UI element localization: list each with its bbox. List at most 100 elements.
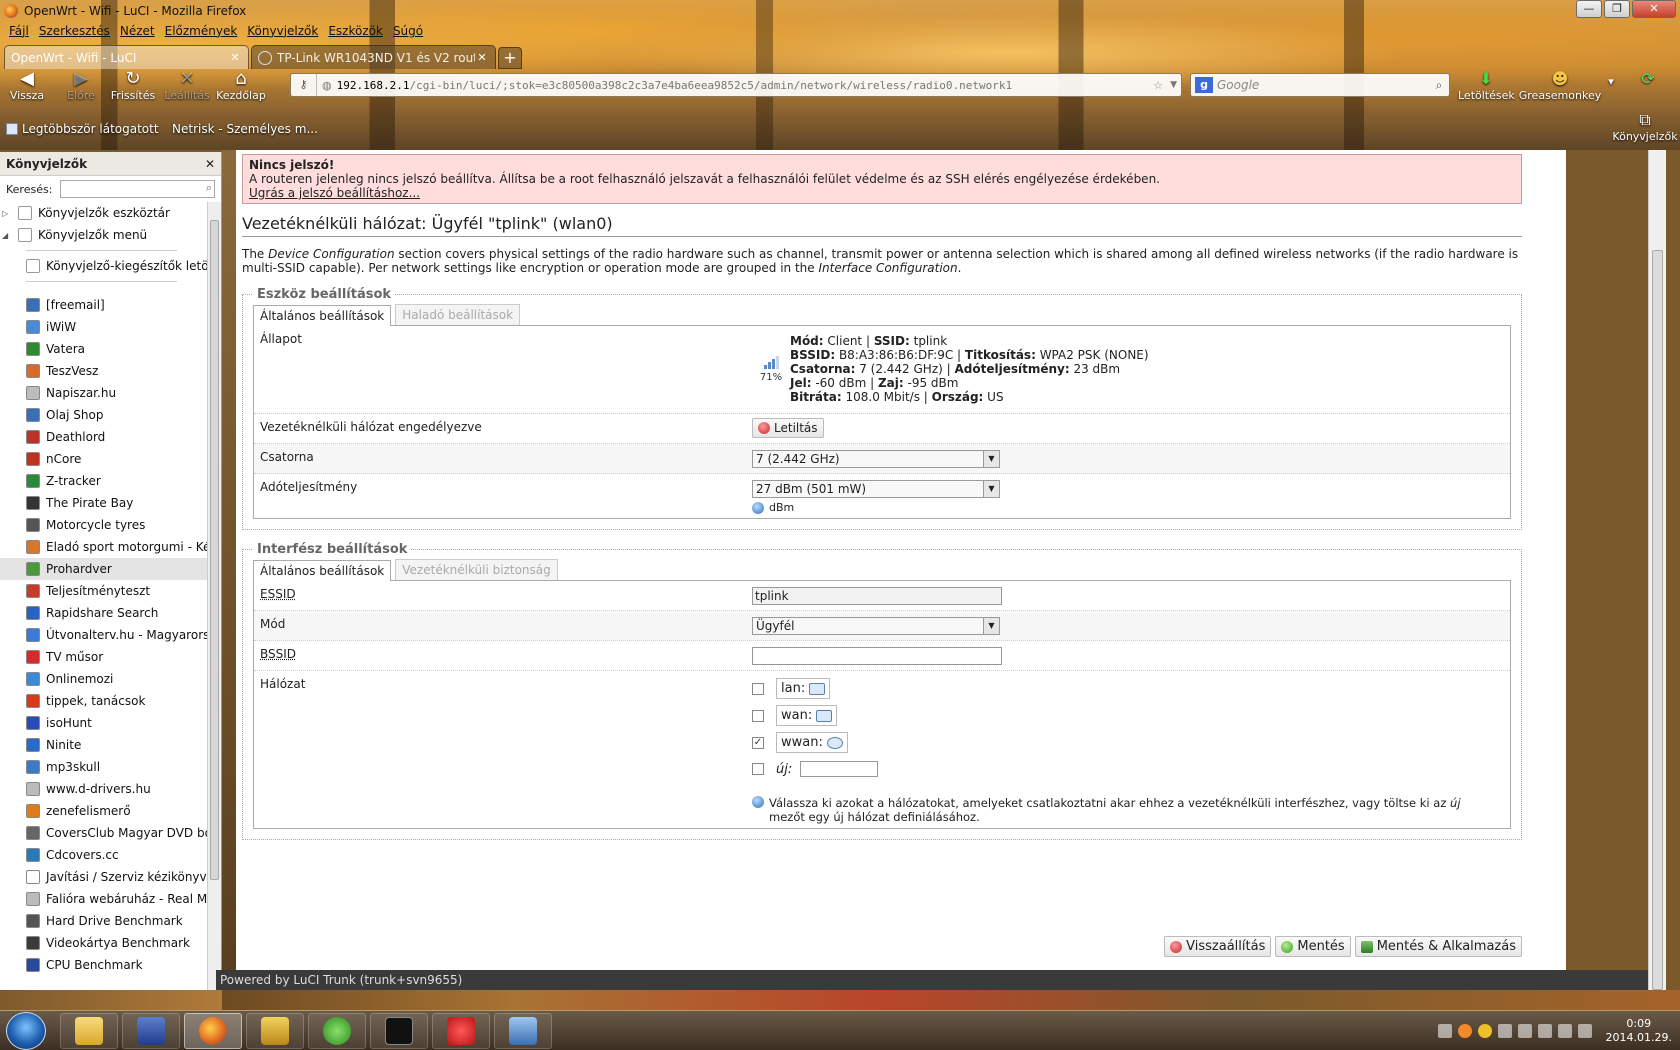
menu-file[interactable]: Fájl xyxy=(4,22,34,42)
sidebar-item[interactable]: [freemail] xyxy=(0,294,207,316)
sidebar-item[interactable]: Videokártya Benchmark xyxy=(0,932,207,954)
sidebar-splitter[interactable] xyxy=(222,150,236,970)
sidebar-item[interactable]: isoHunt xyxy=(0,712,207,734)
downloads-button[interactable]: ⬇ Letöltések xyxy=(1458,69,1515,102)
sidebar-item[interactable]: Ninite xyxy=(0,734,207,756)
scrollbar-thumb[interactable] xyxy=(210,220,219,880)
reload-button[interactable]: ↻ Frissítés xyxy=(106,69,160,103)
menu-help[interactable]: Súgó xyxy=(388,22,428,42)
bssid-input[interactable] xyxy=(752,647,1002,665)
txpower-select[interactable]: 27 dBm (501 mW) ▼ xyxy=(752,480,1000,498)
addon-button[interactable]: ⟳ xyxy=(1636,69,1660,89)
menu-edit[interactable]: Szerkesztés xyxy=(34,22,115,42)
mode-select[interactable]: Ügyfél ▼ xyxy=(752,617,1000,635)
sidebar-item[interactable]: Hard Drive Benchmark xyxy=(0,910,207,932)
sidebar-item[interactable]: TV műsor xyxy=(0,646,207,668)
reset-button[interactable]: Visszaállítás xyxy=(1164,936,1272,957)
sidebar-item[interactable]: Eladó sport motorgumi - Ké... xyxy=(0,536,207,558)
sidebar-item[interactable]: The Pirate Bay xyxy=(0,492,207,514)
menu-tools[interactable]: Eszközök xyxy=(323,22,388,42)
maximize-button[interactable]: ❐ xyxy=(1604,0,1630,18)
close-window-button[interactable]: ✕ xyxy=(1632,0,1676,18)
tab-general[interactable]: Általános beállítások xyxy=(253,305,392,326)
menu-bookmarks[interactable]: Könyvjelzők xyxy=(242,22,323,42)
network-checkbox[interactable] xyxy=(752,709,764,722)
sidebar-item[interactable]: Könyvjelző-kiegészítők letölt... xyxy=(0,255,207,277)
sidebar-item[interactable]: mp3skull xyxy=(0,756,207,778)
search-icon[interactable]: ⌕ xyxy=(1429,78,1449,93)
sidebar-item[interactable]: CPU Benchmark xyxy=(0,954,207,976)
close-icon[interactable]: ✕ xyxy=(205,157,215,171)
taskbar-winamp[interactable] xyxy=(246,1013,304,1049)
sidebar-item[interactable]: Olaj Shop xyxy=(0,404,207,426)
back-button[interactable]: ◀ Vissza xyxy=(0,69,54,103)
sidebar-item[interactable]: Javítási / Szerviz kézikönyvek... xyxy=(0,866,207,888)
tray-icon[interactable] xyxy=(1497,1024,1512,1038)
sidebar-item[interactable]: Prohardver xyxy=(0,558,207,580)
google-icon[interactable]: g xyxy=(1195,77,1213,93)
chevron-down-icon[interactable]: ▼ xyxy=(1170,80,1177,90)
sidebar-item[interactable]: Onlinemozi xyxy=(0,668,207,690)
tab-tplink[interactable]: TP-Link WR1043ND V1 és V2 router - ... ✕ xyxy=(251,45,496,69)
taskbar-monitor[interactable] xyxy=(494,1013,552,1049)
sidebar-item[interactable]: tippek, tanácsok xyxy=(0,690,207,712)
tray-icon[interactable] xyxy=(1457,1024,1472,1038)
forward-button[interactable]: ▶ Előre xyxy=(54,69,108,103)
sidebar-scrollbar[interactable] xyxy=(207,202,221,990)
network-icon[interactable] xyxy=(1557,1024,1572,1038)
sidebar-item[interactable]: Útvonalterv.hu - Magyarorsz... xyxy=(0,624,207,646)
channel-select[interactable]: 7 (2.442 GHz) ▼ xyxy=(752,450,1000,468)
tray-icon[interactable] xyxy=(1437,1024,1452,1038)
network-checkbox[interactable]: ✓ xyxy=(752,736,764,749)
flag-icon[interactable] xyxy=(1537,1024,1552,1038)
chevron-down-icon[interactable]: ▾ xyxy=(1604,75,1618,88)
search-icon[interactable]: ⌕ xyxy=(206,181,212,195)
sidebar-item[interactable]: Rapidshare Search xyxy=(0,602,207,624)
bookmarks-button[interactable]: ⧉ Könyvjelzők xyxy=(1612,110,1678,143)
taskbar-terminal[interactable] xyxy=(370,1013,428,1049)
sidebar-item[interactable]: zenefelismerő xyxy=(0,800,207,822)
sidebar-item[interactable]: Z-tracker xyxy=(0,470,207,492)
tab-general[interactable]: Általános beállítások xyxy=(253,560,392,581)
menu-view[interactable]: Nézet xyxy=(115,22,160,42)
taskbar-utorrent[interactable] xyxy=(308,1013,366,1049)
sidebar-folder[interactable]: ◢ Könyvjelzők menü xyxy=(0,224,207,246)
clock[interactable]: 0:09 2014.01.29. xyxy=(1606,1017,1672,1045)
sidebar-item[interactable]: TeszVesz xyxy=(0,360,207,382)
start-button[interactable] xyxy=(6,1012,46,1050)
tab-advanced[interactable]: Haladó beállítások xyxy=(395,304,521,325)
sidebar-item[interactable]: Deathlord xyxy=(0,426,207,448)
sidebar-item[interactable]: Falióra webáruház - Real Ma... xyxy=(0,888,207,910)
close-icon[interactable]: ✕ xyxy=(228,51,242,64)
save-button[interactable]: Mentés xyxy=(1275,936,1351,957)
home-button[interactable]: ⌂ Kezdőlap xyxy=(214,69,268,103)
sidebar-item[interactable]: Napiszar.hu xyxy=(0,382,207,404)
password-link[interactable]: Ugrás a jelszó beállításhoz... xyxy=(249,186,420,200)
star-icon[interactable]: ☆ xyxy=(1153,79,1163,92)
bookmark-netrisk[interactable]: Netrisk - Személyes m... xyxy=(172,122,318,136)
save-apply-button[interactable]: Mentés & Alkalmazás xyxy=(1354,936,1522,957)
speaker-icon[interactable] xyxy=(1577,1024,1592,1038)
sidebar-item[interactable]: Teljesítményteszt xyxy=(0,580,207,602)
sidebar-folder[interactable]: ▷ Könyvjelzők eszköztár xyxy=(0,202,207,224)
taskbar-firefox[interactable] xyxy=(184,1013,242,1049)
sidebar-search-input[interactable]: ⌕ xyxy=(60,180,215,198)
sidebar-item[interactable]: Cdcovers.cc xyxy=(0,844,207,866)
sidebar-item[interactable]: CoversClub Magyar DVD bo... xyxy=(0,822,207,844)
taskbar-explorer[interactable] xyxy=(60,1013,118,1049)
new-tab-button[interactable]: + xyxy=(498,47,522,69)
menu-history[interactable]: Előzmények xyxy=(160,22,243,42)
sidebar-item[interactable]: nCore xyxy=(0,448,207,470)
tab-security[interactable]: Vezetéknélküli biztonság xyxy=(395,559,558,580)
sidebar-item[interactable]: iWiW xyxy=(0,316,207,338)
new-network-checkbox[interactable] xyxy=(752,763,764,775)
tab-openwrt[interactable]: OpenWrt - Wifi - LuCI ✕ xyxy=(4,45,249,69)
sidebar-item[interactable]: Motorcycle tyres xyxy=(0,514,207,536)
essid-input[interactable]: tplink xyxy=(752,587,1002,605)
tray-icon[interactable] xyxy=(1477,1024,1492,1038)
close-icon[interactable]: ✕ xyxy=(475,51,489,64)
taskbar-app-red[interactable] xyxy=(432,1013,490,1049)
page-scrollbar[interactable] xyxy=(1648,150,1666,990)
sidebar-item[interactable]: Vatera xyxy=(0,338,207,360)
greasemonkey-button[interactable]: ☻ Greasemonkey xyxy=(1518,69,1602,102)
